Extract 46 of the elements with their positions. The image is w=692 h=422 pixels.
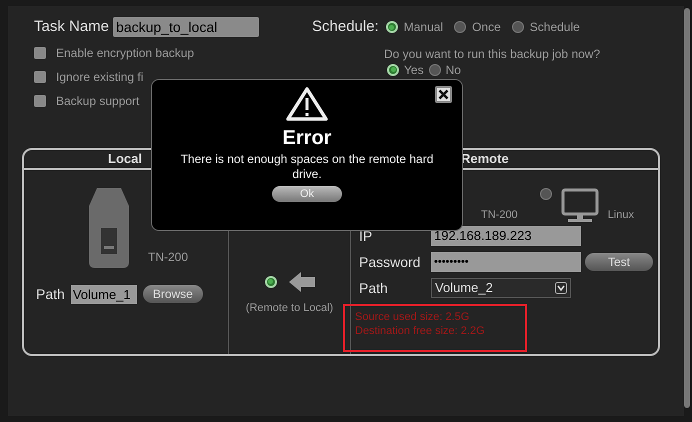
ip-label: IP [359, 226, 374, 246]
task-name-label: Task Name [34, 17, 110, 37]
radio-label: No [446, 62, 461, 78]
checkbox[interactable] [34, 94, 46, 106]
close-icon [438, 89, 449, 100]
task-name-field[interactable]: backup_to_local [113, 17, 260, 38]
radio-button[interactable] [512, 21, 524, 34]
chevron-down-icon [555, 282, 567, 294]
warning-icon [285, 86, 329, 122]
checkbox[interactable] [34, 46, 46, 58]
radio-button[interactable] [264, 276, 276, 288]
dialog-title: Error [282, 126, 332, 150]
radio-label: Once [472, 19, 501, 36]
left-arrow-icon [288, 272, 314, 292]
test-button[interactable]: Test [585, 253, 653, 271]
checkbox-label: Ignore existing fi [56, 68, 144, 86]
radio-button[interactable] [540, 188, 552, 200]
path-label: Path [36, 284, 65, 304]
password-field[interactable]: ••••••••• [431, 252, 581, 272]
device-label: TN-200 [148, 248, 188, 266]
monitor-icon [560, 188, 600, 224]
linux-label: Linux [608, 208, 634, 223]
path-dropdown[interactable]: Volume_2 [431, 278, 571, 298]
password-label: Password [359, 252, 422, 272]
browse-button[interactable]: Browse [142, 285, 203, 303]
direction-label: (Remote to Local) [246, 300, 334, 316]
checkbox-label: Enable encryption backup [56, 44, 194, 62]
run-now-question: Do you want to run this backup job now? [384, 46, 600, 60]
checkbox[interactable] [34, 70, 46, 82]
ip-field[interactable]: 192.168.189.223 [431, 226, 581, 246]
radio-label: Yes [404, 62, 424, 78]
checkbox-label: Backup support [56, 92, 140, 110]
close-button[interactable] [435, 86, 452, 103]
nas-device-icon [88, 188, 130, 268]
radio-button[interactable] [428, 64, 441, 76]
schedule-label: Schedule: [312, 17, 379, 37]
device-label: TN-200 [481, 208, 518, 223]
size-info-text: Destination free size: 2.2G [355, 324, 486, 338]
path-field[interactable]: Volume_1 [70, 284, 137, 304]
radio-label: Manual [404, 19, 444, 36]
path-label: Path [359, 278, 389, 298]
radio-label: Schedule [530, 19, 580, 36]
size-info-text: Source used size: 2.5G [355, 310, 470, 324]
radio-button[interactable] [386, 21, 398, 34]
radio-button[interactable] [454, 21, 466, 34]
radio-button[interactable] [387, 64, 399, 76]
